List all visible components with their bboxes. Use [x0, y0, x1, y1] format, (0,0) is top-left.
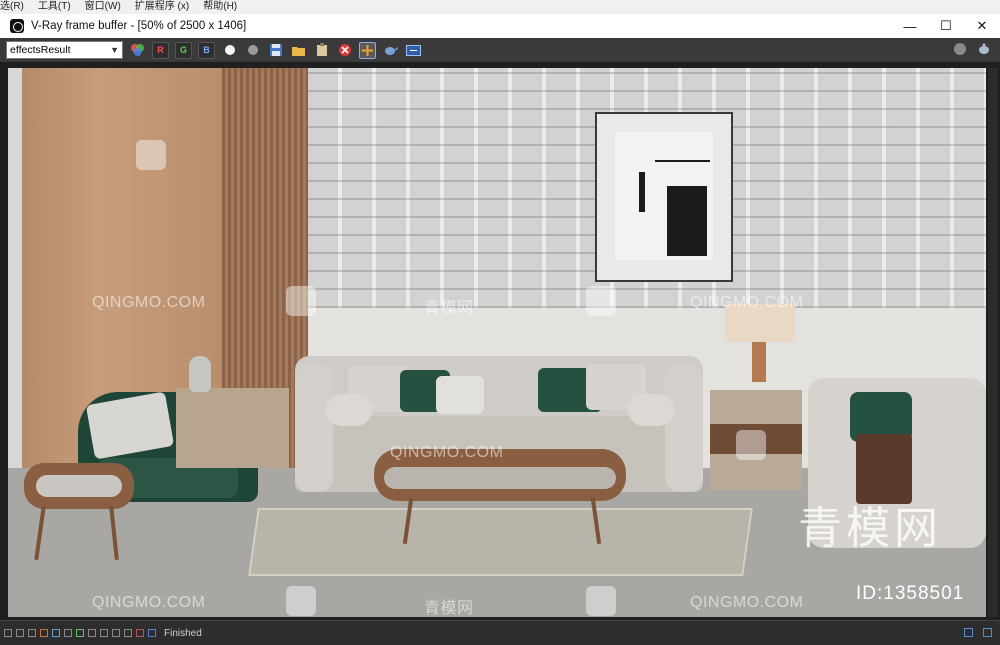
- abstract-artwork: [615, 132, 713, 260]
- window-controls: — ☐ ✕: [892, 14, 1000, 38]
- menu-tools[interactable]: 工具(T): [38, 0, 71, 14]
- curves-icon[interactable]: [64, 629, 72, 637]
- ocio-icon[interactable]: [124, 629, 132, 637]
- bolster-pillow: [628, 394, 674, 426]
- watermark-text-cn: 青模网: [424, 598, 474, 617]
- render-status: Finished: [164, 627, 202, 639]
- vfb-history-icon[interactable]: [405, 42, 422, 59]
- green-channel-button[interactable]: G: [175, 41, 192, 59]
- brand-watermark-cn: 青模网: [798, 503, 942, 554]
- red-channel-button[interactable]: R: [152, 41, 169, 59]
- lens-effects-icon[interactable]: [100, 629, 108, 637]
- rug: [248, 508, 753, 576]
- wall-art-frame: [595, 112, 733, 282]
- render-region-icon[interactable]: [4, 629, 12, 637]
- vfb-toolbar: effectsResult ▼ R G B: [0, 38, 1000, 62]
- watermark-text: QINGMO.COM: [390, 444, 504, 461]
- watermark-logo-icon: [736, 430, 766, 460]
- watermark-logo-icon: [136, 140, 166, 170]
- console-cabinet: [176, 388, 289, 468]
- vray-app-icon: [10, 19, 24, 33]
- watermark-logo-icon: [586, 286, 616, 316]
- small-side-table: [24, 463, 134, 509]
- titlebar: V-Ray frame buffer - [50% of 2500 x 1406…: [0, 14, 1000, 38]
- watermark-text: QINGMO.COM: [690, 594, 804, 611]
- table-lamp-base: [752, 342, 766, 382]
- sofa-arm-left: [295, 364, 333, 492]
- menu-help[interactable]: 帮助(H): [203, 0, 237, 14]
- window-title: V-Ray frame buffer - [50% of 2500 x 1406…: [31, 20, 247, 32]
- menu-select[interactable]: 选(R): [0, 0, 24, 14]
- vase: [189, 356, 211, 392]
- watermark-text: QINGMO.COM: [92, 594, 206, 611]
- toolbar-right-group: [952, 41, 992, 57]
- white-balance-icon[interactable]: [88, 629, 96, 637]
- watermark-logo-icon: [286, 586, 316, 616]
- host-menu-bar: 选(R) 工具(T) 窗口(W) 扩展程序 (x) 帮助(H): [0, 0, 1000, 14]
- bolster-pillow: [326, 394, 372, 426]
- info-icon[interactable]: [28, 629, 36, 637]
- brand-id-label: ID:1358501: [856, 583, 965, 604]
- clipboard-icon[interactable]: [313, 42, 330, 59]
- sofa-arm-right: [665, 364, 703, 492]
- watermark-text: QINGMO.COM: [690, 294, 804, 311]
- lut-icon[interactable]: [112, 629, 120, 637]
- vertical-scrollbar[interactable]: [988, 68, 998, 617]
- render-teapot-icon[interactable]: [382, 42, 399, 59]
- render-viewport[interactable]: QINGMO.COM QINGMO.COM QINGMO.COM QINGMO.…: [0, 62, 1000, 620]
- white-circle-icon[interactable]: [221, 42, 238, 59]
- minimize-button[interactable]: —: [892, 14, 928, 38]
- channel-select-value: effectsResult: [10, 44, 71, 56]
- sofa-pillow-knit: [436, 376, 484, 414]
- compare-icon[interactable]: [16, 629, 24, 637]
- channel-select[interactable]: effectsResult ▼: [6, 41, 123, 59]
- watermark-text: QINGMO.COM: [92, 294, 206, 311]
- levels-icon[interactable]: [52, 629, 60, 637]
- settings-sphere-icon[interactable]: [952, 41, 968, 57]
- gray-circle-icon[interactable]: [244, 42, 261, 59]
- history-icon[interactable]: [136, 629, 144, 637]
- chevron-down-icon: ▼: [110, 45, 119, 55]
- status-right-group: [964, 628, 992, 637]
- exposure-icon[interactable]: [76, 629, 84, 637]
- blue-channel-button[interactable]: B: [198, 41, 215, 59]
- pin-icon[interactable]: [983, 628, 992, 637]
- stamp-icon[interactable]: [148, 629, 156, 637]
- watermark-logo-icon: [286, 286, 316, 316]
- watermark-text-cn: 青模网: [424, 298, 474, 317]
- close-button[interactable]: ✕: [964, 14, 1000, 38]
- color-channels-icon[interactable]: [129, 42, 146, 59]
- watermark-logo-icon: [586, 586, 616, 616]
- menu-extensions[interactable]: 扩展程序 (x): [135, 0, 189, 14]
- save-icon[interactable]: [267, 42, 284, 59]
- rendered-image: QINGMO.COM QINGMO.COM QINGMO.COM QINGMO.…: [8, 68, 986, 617]
- region-render-icon[interactable]: [359, 41, 376, 59]
- status-bar: Finished: [0, 620, 1000, 645]
- teapot-render-icon[interactable]: [976, 41, 992, 57]
- clear-image-icon[interactable]: [336, 42, 353, 59]
- folder-open-icon[interactable]: [290, 42, 307, 59]
- panel-toggle-icon[interactable]: [964, 628, 973, 637]
- maximize-button[interactable]: ☐: [928, 14, 964, 38]
- color-correction-icon[interactable]: [40, 629, 48, 637]
- menu-window[interactable]: 窗口(W): [85, 0, 121, 14]
